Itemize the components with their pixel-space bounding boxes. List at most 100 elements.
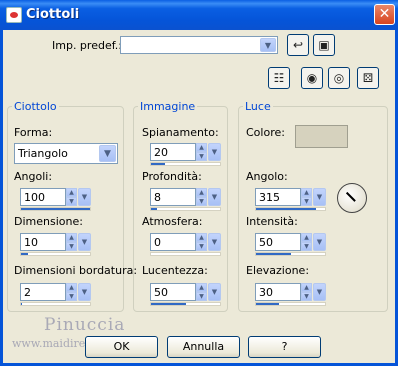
profondita-slider[interactable] bbox=[150, 207, 221, 211]
spianamento-value: 20 bbox=[154, 146, 168, 159]
spin-down-icon[interactable]: ▼ bbox=[196, 242, 207, 251]
dimensione-value: 10 bbox=[24, 236, 38, 249]
bordatura-spinner[interactable]: 2 ▲ ▼ ▼ bbox=[20, 283, 91, 307]
profondita-spinner[interactable]: 8 ▲ ▼ ▼ bbox=[150, 188, 221, 212]
save-icon: ▣ bbox=[318, 38, 330, 52]
cancel-button[interactable]: Annulla bbox=[167, 336, 240, 358]
spin-down-icon[interactable]: ▼ bbox=[66, 242, 77, 251]
chevron-down-icon[interactable]: ▼ bbox=[78, 233, 91, 251]
spin-up-icon[interactable]: ▲ bbox=[66, 283, 77, 292]
chevron-down-icon[interactable]: ▼ bbox=[208, 143, 221, 161]
lucentezza-label: Lucentezza: bbox=[142, 264, 208, 277]
intensita-slider[interactable] bbox=[255, 252, 326, 256]
light-angle-dial[interactable] bbox=[337, 183, 367, 213]
chevron-down-icon[interactable]: ▼ bbox=[260, 38, 276, 52]
slider-fill bbox=[151, 163, 165, 165]
slider-fill bbox=[151, 208, 157, 210]
angoli-spinner[interactable]: 100 ▲ ▼ ▼ bbox=[20, 188, 91, 212]
angoli-slider[interactable] bbox=[20, 207, 91, 211]
chevron-down-icon[interactable]: ▼ bbox=[78, 188, 91, 206]
intensita-spinner[interactable]: 50 ▲ ▼ ▼ bbox=[255, 233, 326, 257]
bordatura-value: 2 bbox=[24, 286, 31, 299]
spin-up-icon[interactable]: ▲ bbox=[66, 188, 77, 197]
angolo-label: Angolo: bbox=[246, 170, 288, 183]
group-luce-title: Luce bbox=[245, 100, 271, 113]
atmosfera-spinner[interactable]: 0 ▲ ▼ ▼ bbox=[150, 233, 221, 257]
chevron-down-icon[interactable]: ▼ bbox=[313, 283, 326, 301]
spin-up-icon[interactable]: ▲ bbox=[301, 283, 312, 292]
atmosfera-value: 0 bbox=[154, 236, 161, 249]
spin-down-icon[interactable]: ▼ bbox=[196, 152, 207, 161]
chevron-down-icon[interactable]: ▼ bbox=[208, 233, 221, 251]
chevron-down-icon[interactable]: ▼ bbox=[208, 188, 221, 206]
auto-proof-button[interactable]: ◎ bbox=[328, 67, 350, 89]
dimensione-input[interactable]: 10 bbox=[20, 233, 66, 251]
lucentezza-input[interactable]: 50 bbox=[150, 283, 196, 301]
forma-label: Forma: bbox=[14, 126, 53, 139]
reset-preset-button[interactable]: ↩ bbox=[287, 34, 309, 56]
spin-up-icon[interactable]: ▲ bbox=[196, 233, 207, 242]
eye-gear-icon: ◉ bbox=[306, 71, 318, 85]
help-button[interactable]: ? bbox=[248, 336, 321, 358]
elevazione-input[interactable]: 30 bbox=[255, 283, 301, 301]
bordatura-input[interactable]: 2 bbox=[20, 283, 66, 301]
atmosfera-input[interactable]: 0 bbox=[150, 233, 196, 251]
chevron-down-icon[interactable]: ▼ bbox=[313, 233, 326, 251]
angolo-input[interactable]: 315 bbox=[255, 188, 301, 206]
spin-up-icon[interactable]: ▲ bbox=[196, 143, 207, 152]
dial-needle bbox=[345, 191, 356, 202]
spianamento-input[interactable]: 20 bbox=[150, 143, 196, 161]
spin-up-icon[interactable]: ▲ bbox=[196, 188, 207, 197]
preset-combo[interactable]: ▼ bbox=[120, 36, 278, 54]
chevron-down-icon[interactable]: ▼ bbox=[99, 145, 116, 162]
chevron-down-icon[interactable]: ▼ bbox=[313, 188, 326, 206]
spin-down-icon[interactable]: ▼ bbox=[66, 292, 77, 301]
dimensione-spinner[interactable]: 10 ▲ ▼ ▼ bbox=[20, 233, 91, 257]
spin-up-icon[interactable]: ▲ bbox=[66, 233, 77, 242]
lucentezza-slider[interactable] bbox=[150, 302, 221, 306]
light-color-swatch[interactable] bbox=[295, 125, 348, 148]
spin-down-icon[interactable]: ▼ bbox=[196, 292, 207, 301]
slider-fill bbox=[21, 253, 28, 255]
spin-up-icon[interactable]: ▲ bbox=[301, 233, 312, 242]
atmosfera-label: Atmosfera: bbox=[142, 215, 203, 228]
dimensione-slider[interactable] bbox=[20, 252, 91, 256]
spin-up-icon[interactable]: ▲ bbox=[196, 283, 207, 292]
chevron-down-icon[interactable]: ▼ bbox=[78, 283, 91, 301]
angolo-spinner[interactable]: 315 ▲ ▼ ▼ bbox=[255, 188, 326, 212]
spin-down-icon[interactable]: ▼ bbox=[66, 197, 77, 206]
elevazione-spinner[interactable]: 30 ▲ ▼ ▼ bbox=[255, 283, 326, 307]
spin-down-icon[interactable]: ▼ bbox=[196, 197, 207, 206]
save-preset-button[interactable]: ▣ bbox=[313, 34, 335, 56]
forma-select[interactable]: Triangolo ▼ bbox=[14, 143, 118, 164]
close-button[interactable]: ✕ bbox=[374, 4, 395, 25]
elevazione-slider[interactable] bbox=[255, 302, 326, 306]
angoli-input[interactable]: 100 bbox=[20, 188, 66, 206]
bordatura-slider[interactable] bbox=[20, 302, 91, 306]
ok-button[interactable]: OK bbox=[85, 336, 158, 358]
intensita-input[interactable]: 50 bbox=[255, 233, 301, 251]
watermark-name: Pinuccia bbox=[44, 315, 126, 335]
lucentezza-value: 50 bbox=[154, 286, 168, 299]
reset-icon: ↩ bbox=[292, 38, 304, 52]
slider-fill bbox=[256, 253, 291, 255]
chevron-down-icon[interactable]: ▼ bbox=[208, 283, 221, 301]
proof-button[interactable]: ◉ bbox=[301, 67, 323, 89]
lucentezza-spinner[interactable]: 50 ▲ ▼ ▼ bbox=[150, 283, 221, 307]
profondita-input[interactable]: 8 bbox=[150, 188, 196, 206]
spianamento-spinner[interactable]: 20 ▲ ▼ ▼ bbox=[150, 143, 221, 167]
bordatura-label: Dimensioni bordatura: bbox=[14, 264, 138, 277]
title-bar: Ciottoli ✕ bbox=[0, 0, 398, 30]
spin-down-icon[interactable]: ▼ bbox=[301, 292, 312, 301]
angolo-slider[interactable] bbox=[255, 207, 326, 211]
atmosfera-slider[interactable] bbox=[150, 252, 221, 256]
spin-down-icon[interactable]: ▼ bbox=[301, 197, 312, 206]
angoli-label: Angoli: bbox=[14, 170, 53, 183]
preview-toggle-button[interactable]: ☷ bbox=[268, 67, 290, 89]
spianamento-slider[interactable] bbox=[150, 162, 221, 166]
randomize-button[interactable]: ⚄ bbox=[357, 67, 379, 89]
window-title: Ciottoli bbox=[26, 7, 80, 22]
spin-down-icon[interactable]: ▼ bbox=[301, 242, 312, 251]
spin-up-icon[interactable]: ▲ bbox=[301, 188, 312, 197]
preset-label: Imp. predef.: bbox=[52, 39, 122, 52]
